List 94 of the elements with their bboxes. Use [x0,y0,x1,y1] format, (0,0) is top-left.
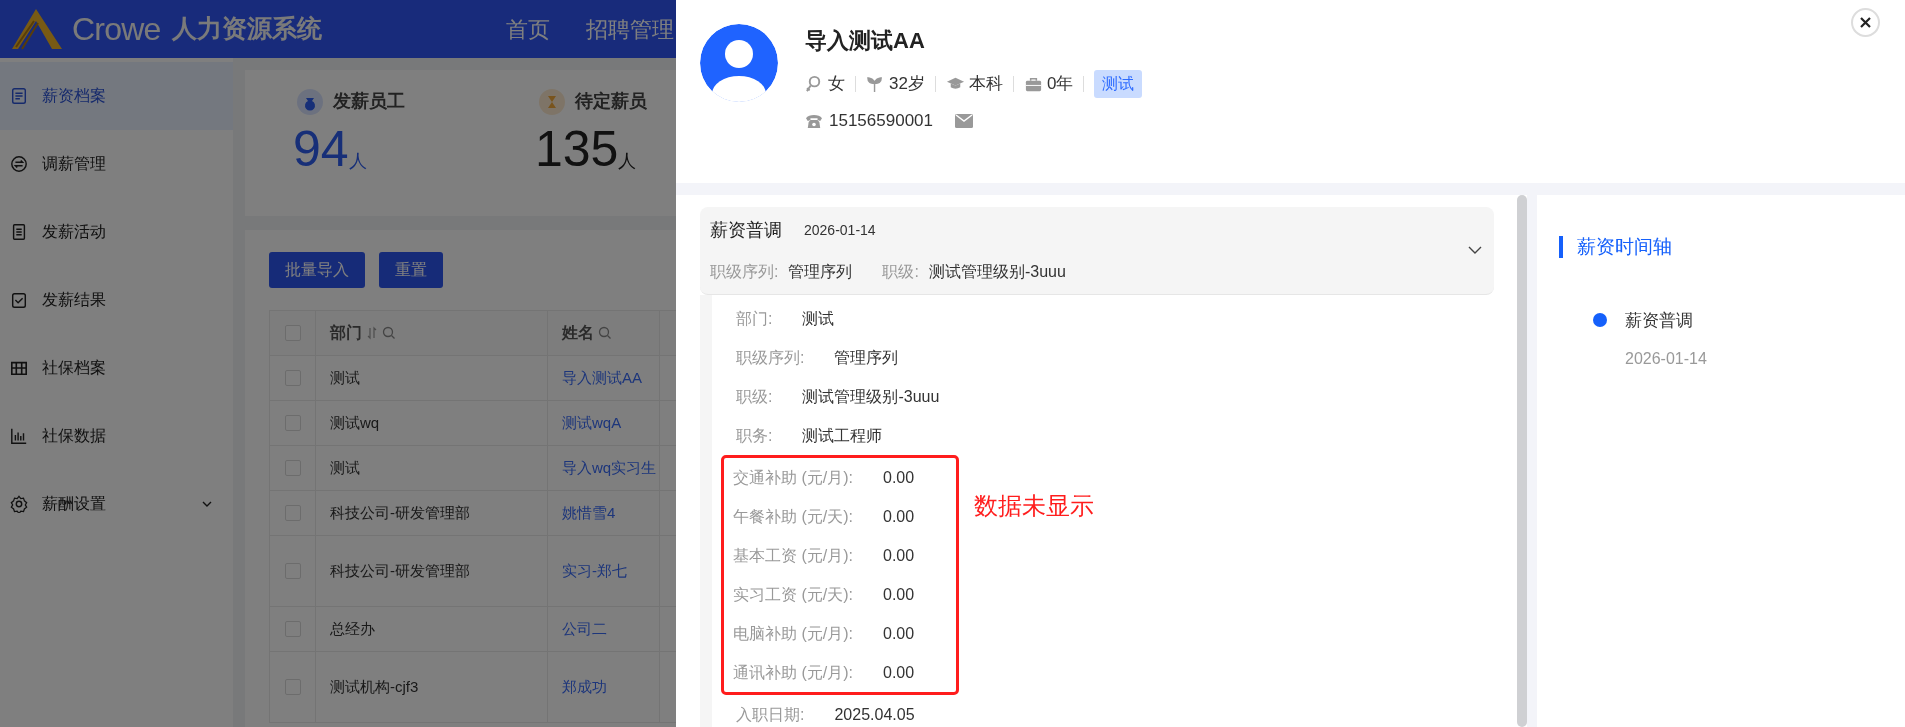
scrollbar[interactable] [1517,195,1527,727]
field-label: 交通补助 (元/月): [733,467,854,488]
field-value: 0.00 [883,584,915,605]
field-label: 电脑补助 (元/月): [733,623,854,644]
search-icon [598,326,612,340]
field-label: 职级序列: [736,347,806,368]
bar-chart-icon [10,427,28,445]
field-value: 0.00 [883,506,915,527]
close-button[interactable] [1851,8,1880,37]
employee-name: 导入测试AA [805,27,926,55]
field-value: 2025.04.05 [834,704,915,725]
field-label: 通讯补助 (元/月): [733,662,854,683]
table-cell-text: 科技公司-研发管理部 [330,560,470,581]
column-header: 部门 [330,323,362,343]
stat-value: 94人 [293,121,368,177]
field-label: 职级序列: [710,262,779,282]
phone-number: 15156590001 [829,110,933,132]
field-value: 测试管理级别-3uuu [802,386,940,407]
sidebar-item[interactable]: 薪酬设置 [0,470,233,538]
name-link[interactable]: 公司二 [562,617,607,641]
close-icon [1860,17,1871,28]
record-card[interactable]: 薪资普调 2026-01-14 职级序列: 管理序列 职级: 测试管理级别-3uuu [700,207,1494,295]
name-link[interactable]: 导入wq实习生 [562,456,657,480]
timeline-title: 薪资时间轴 [1577,235,1672,259]
sprout-icon [866,74,885,94]
hourglass-icon [539,88,565,115]
field-label: 午餐补助 (元/天): [733,506,854,527]
name-link[interactable]: 实习-郑七 [562,559,627,583]
field-label: 部门: [736,308,774,329]
toolbar-button[interactable]: 批量导入 [269,252,365,288]
name-link[interactable]: 测试wqA [562,411,622,435]
name-link[interactable]: 郑成功 [562,675,607,699]
meta-text: 0年 [1046,73,1074,96]
field-value: 0.00 [883,467,915,488]
stat-value: 135人 [535,121,638,177]
tag-badge: 测试 [1094,70,1143,98]
field-label: 基本工资 (元/月): [733,545,854,566]
chevron-icon [1468,245,1482,255]
field-label: 职务: [736,425,774,446]
column-header: 姓名 [562,323,594,343]
brand-name: Crowe [72,10,161,49]
settings-icon [10,495,28,513]
avatar-icon [700,24,778,102]
document-icon [10,87,28,105]
sort-icon [366,326,378,340]
money-bag-icon [297,88,323,115]
field-value: 测试工程师 [802,425,883,446]
sidebar-item[interactable]: 社保数据 [0,402,233,470]
title-bar [1559,236,1563,259]
sidebar-item[interactable]: 薪资档案 [0,62,233,130]
sidebar-item[interactable]: 发薪活动 [0,198,233,266]
table-cell-text: 总经办 [330,618,375,639]
checklist-icon [10,291,28,309]
nav-link[interactable]: 首页 [506,12,550,46]
mail-icon [955,113,973,128]
table-cell-text: 测试 [330,367,360,388]
field-value: 测试管理级别-3uuu [928,262,1066,282]
field-value: 管理序列 [788,262,853,282]
event-title: 薪资普调 [1625,309,1693,332]
clipboard-icon [10,223,28,241]
annotation-text: 数据未显示 [974,491,1094,521]
name-link[interactable]: 导入测试AA [562,366,642,390]
field-value: 测试 [802,308,835,329]
field-value: 管理序列 [834,347,899,368]
table-cell-text: 测试wq [330,412,380,433]
phone-icon [805,112,823,129]
field-value: 0.00 [883,623,915,644]
record-date: 2026-01-14 [804,221,876,240]
meta-text: 女 [828,73,845,96]
stat-label: 发薪员工 [333,90,405,113]
table-cell-text: 测试机构-cjf3 [330,676,419,697]
toolbar-button[interactable]: 重置 [379,252,443,288]
table-cell-text: 科技公司-研发管理部 [330,502,470,523]
system-title: 人力资源系统 [172,13,323,45]
meta-text: 本科 [968,73,1003,96]
swap-icon [10,155,28,173]
field-value: 0.00 [883,545,915,566]
sidebar-item[interactable]: 社保档案 [0,334,233,402]
stat-label: 待定薪员 [575,90,647,113]
field-label: 实习工资 (元/天): [733,584,854,605]
nav-link[interactable]: 招聘管理 [586,12,674,46]
field-label: 入职日期: [736,704,806,725]
event-date: 2026-01-14 [1625,349,1708,369]
record-title: 薪资普调 [710,219,782,242]
grid-icon [10,359,28,377]
sidebar-item[interactable]: 发薪结果 [0,266,233,334]
field-value: 0.00 [883,662,915,683]
table-cell-text: 测试 [330,457,360,478]
field-label: 职级: [882,262,919,282]
field-label: 职级: [736,386,774,407]
name-link[interactable]: 姚惜雪4 [562,501,616,525]
sidebar-item[interactable]: 调薪管理 [0,130,233,198]
search-icon [382,326,396,340]
meta-text: 32岁 [889,73,925,96]
